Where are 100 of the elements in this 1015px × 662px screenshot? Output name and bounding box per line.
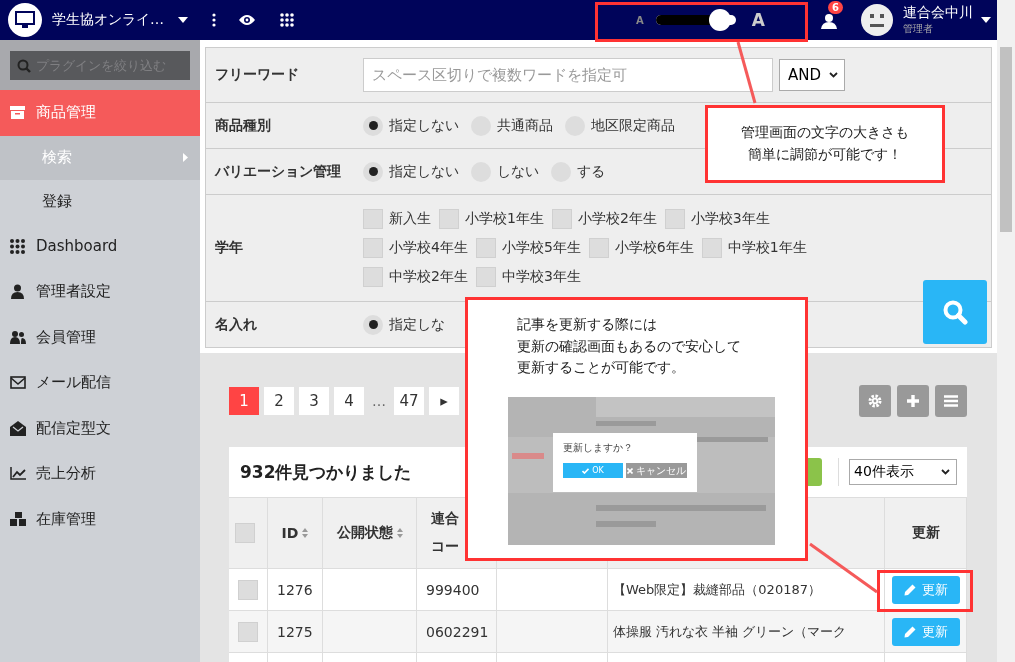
small-font-label: A (636, 14, 644, 26)
header-label: 連合 (431, 510, 459, 528)
callout-text: 管理画面の文字の大きさも (741, 123, 909, 143)
option-label: 共通商品 (497, 116, 553, 135)
search-icon (17, 59, 31, 73)
page-button[interactable]: 4 (334, 387, 364, 415)
checkbox[interactable] (475, 238, 496, 258)
table-cell: 1275 (268, 610, 323, 652)
sidebar-subitem[interactable]: 登録 (0, 179, 200, 224)
operator-select[interactable]: AND (779, 59, 845, 91)
row-checkbox[interactable] (238, 621, 258, 642)
sort-icon[interactable] (396, 528, 403, 538)
checkbox[interactable] (664, 209, 685, 229)
field-label: 商品種別 (214, 116, 272, 135)
apps-grid-icon[interactable] (280, 13, 294, 27)
select-all-checkbox[interactable] (235, 523, 255, 543)
checkbox[interactable] (363, 238, 383, 258)
user-icon (10, 284, 25, 300)
per-page-select[interactable]: 40件表示 (849, 459, 957, 485)
pencil-icon (904, 625, 916, 638)
caret-icon[interactable] (981, 17, 991, 23)
keyword-field[interactable]: スペース区切りで複数ワードを指定可 (363, 58, 773, 92)
checkbox[interactable] (363, 267, 383, 287)
sidebar-item[interactable]: 売上分析 (0, 451, 200, 497)
eye-icon[interactable] (238, 14, 256, 26)
checkbox[interactable] (363, 209, 383, 229)
field-label: 名入れ (214, 315, 258, 334)
header-label: コー (431, 538, 459, 556)
grid-icon (10, 238, 25, 254)
radio-button[interactable] (363, 115, 383, 136)
scrollbar-thumb[interactable] (1000, 47, 1012, 232)
sidebar-item[interactable]: メール配信 (0, 360, 200, 406)
checkbox[interactable] (551, 209, 572, 229)
field-label: バリエーション管理 (213, 162, 342, 181)
menu-button[interactable] (935, 385, 967, 417)
option-label: 指定しない (389, 162, 459, 181)
open-envelope-icon (10, 420, 26, 436)
checkbox[interactable] (588, 238, 609, 258)
scrollbar[interactable] (997, 0, 1015, 662)
checkbox[interactable] (701, 238, 722, 258)
search-button[interactable] (923, 280, 987, 344)
option-label: する (577, 162, 605, 181)
sort-icon[interactable] (302, 528, 309, 538)
font-size-slider[interactable] (655, 9, 736, 31)
option-label: 中学校1年生 (727, 239, 807, 257)
sidebar-item[interactable]: 会員管理 (0, 314, 200, 360)
page-button[interactable]: 2 (264, 387, 294, 415)
action-button[interactable] (808, 458, 822, 486)
callout-text: 記事を更新する際には (517, 315, 657, 334)
plus-icon (906, 394, 920, 408)
option-label: 中学校2年生 (389, 268, 468, 286)
page-button[interactable]: 47 (394, 387, 424, 415)
option-label: 指定しな (389, 315, 445, 334)
caret-icon[interactable] (178, 17, 188, 23)
row-checkbox[interactable] (238, 579, 258, 600)
header-label: ID (281, 525, 299, 541)
option-label: 小学校4年生 (389, 239, 468, 257)
menu-icon (944, 395, 958, 407)
header-label: 更新 (911, 524, 940, 542)
user-icon[interactable] (821, 13, 837, 29)
line-chart-icon (10, 467, 26, 481)
chevron-icon (829, 72, 838, 78)
sidebar-item[interactable]: 配信定型文 (0, 405, 200, 451)
table-cell: 体操服 汚れな衣 半袖 グリーン（マーク (608, 610, 885, 652)
table-cell: 1276 (268, 568, 323, 610)
checkbox[interactable] (475, 267, 496, 287)
sidebar-item[interactable]: Dashboard (0, 223, 200, 269)
option-label: 地区限定商品 (591, 116, 675, 135)
option-label: 小学校3年生 (690, 210, 770, 228)
option-label: 新入生 (389, 210, 431, 228)
field-label: 学年 (214, 239, 244, 257)
slider-thumb[interactable] (708, 9, 731, 31)
large-font-label: A (751, 10, 765, 30)
add-button[interactable] (897, 385, 929, 417)
sidebar-item[interactable]: 在庫管理 (0, 496, 200, 542)
users-icon (10, 330, 26, 345)
option-label: 小学校6年生 (614, 239, 694, 257)
more-icon[interactable] (212, 13, 216, 27)
site-title[interactable]: 学生協オンライ… (52, 11, 164, 29)
column-header[interactable]: ID (268, 497, 323, 568)
pencil-icon (904, 583, 916, 596)
user-name[interactable]: 連合会中川 (903, 4, 973, 22)
callout-text: 更新の確認画面もあるので安心して (517, 336, 741, 356)
column-header[interactable]: 公開状態 (323, 497, 417, 568)
page-ellipsis: … (371, 393, 387, 409)
results-count: 932件見つかりました (240, 460, 412, 484)
mail-icon (10, 376, 26, 390)
callout-text: 簡単に調節が可能です！ (748, 145, 902, 164)
settings-button[interactable] (859, 385, 891, 417)
option-label: 小学校5年生 (501, 239, 581, 257)
radio-button[interactable] (363, 161, 383, 182)
checkbox[interactable] (439, 209, 459, 229)
header-label: 公開状態 (336, 524, 393, 542)
sidebar-item[interactable]: 管理者設定 (0, 269, 200, 315)
next-page-button[interactable]: ▸ (429, 387, 459, 415)
avatar-icon[interactable] (861, 4, 893, 36)
caret-icon (183, 153, 188, 162)
monitor-icon[interactable] (8, 3, 42, 37)
page-button[interactable]: 3 (299, 387, 329, 415)
radio-button[interactable] (363, 314, 383, 335)
